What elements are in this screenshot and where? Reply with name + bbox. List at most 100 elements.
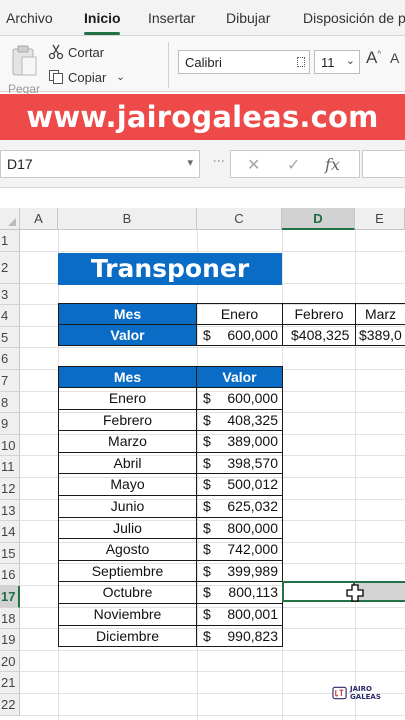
paste-button[interactable]: Pegar: [6, 42, 42, 96]
h-table-mes-2[interactable]: Febrero: [282, 303, 356, 325]
tab-dibujar[interactable]: Dibujar: [226, 10, 270, 26]
row-header-12[interactable]: 12: [0, 478, 20, 500]
grow-font-icon[interactable]: A^: [366, 48, 381, 68]
v-table-month-cell[interactable]: Agosto: [58, 538, 197, 561]
h-table-valor-1[interactable]: $ 600,000: [196, 324, 283, 346]
value-amount: 800,113: [228, 584, 278, 601]
row-header-15[interactable]: 15: [0, 542, 20, 565]
title-cell[interactable]: Transponer: [58, 253, 282, 285]
v-table-month-cell[interactable]: Noviembre: [58, 603, 197, 626]
scissors-icon: [48, 44, 64, 60]
gridline: [20, 714, 405, 716]
v-table-month-cell[interactable]: Abril: [58, 451, 197, 475]
dotted-box-icon: [297, 57, 305, 67]
enter-icon[interactable]: ✓: [287, 155, 300, 175]
tab-inicio[interactable]: Inicio: [84, 10, 121, 26]
h-table-mes-1[interactable]: Enero: [196, 303, 283, 325]
v-table-month-cell[interactable]: Marzo: [58, 430, 197, 453]
v-table-value-cell[interactable]: $600,000: [196, 387, 283, 410]
row-header-4[interactable]: 4: [0, 305, 20, 327]
tab-insertar[interactable]: Insertar: [148, 10, 195, 26]
v-table-value-cell[interactable]: $800,001: [196, 603, 283, 626]
name-box[interactable]: D17 ▾: [0, 150, 200, 178]
gridline: [20, 347, 405, 349]
row-header-9[interactable]: 9: [0, 413, 20, 435]
column-header-d[interactable]: D: [282, 208, 355, 230]
select-all-corner[interactable]: [0, 208, 20, 230]
currency-symbol: $: [203, 327, 211, 343]
row-header-14[interactable]: 14: [0, 521, 20, 543]
currency-symbol: $: [203, 541, 211, 558]
v-table-value-cell[interactable]: $800,113: [196, 581, 283, 604]
more-icon: ⋮: [212, 155, 226, 166]
column-header-b[interactable]: B: [58, 208, 197, 230]
chevron-down-icon[interactable]: ⌄: [116, 72, 124, 83]
selected-cell-d17[interactable]: [282, 581, 355, 602]
row-header-7[interactable]: 7: [0, 370, 20, 392]
v-table-value-cell[interactable]: $399,989: [196, 559, 283, 583]
row-header-20[interactable]: 20: [0, 650, 20, 673]
paste-icon: [12, 45, 37, 76]
v-table-value-cell[interactable]: $408,325: [196, 408, 283, 432]
row-header-3[interactable]: 3: [0, 283, 20, 306]
v-table-month-cell[interactable]: Enero: [58, 387, 197, 410]
cancel-icon[interactable]: ✕: [247, 155, 260, 175]
insert-function-icon[interactable]: fx: [325, 155, 340, 174]
value-amount: 800,001: [227, 606, 278, 622]
v-table-month-cell[interactable]: Febrero: [58, 408, 197, 432]
column-header-a[interactable]: A: [20, 208, 58, 230]
font-size-dropdown[interactable]: 11 ⌄: [314, 50, 360, 74]
tab-disposicion[interactable]: Disposición de p: [303, 10, 405, 26]
v-table-month-cell[interactable]: Julio: [58, 516, 197, 540]
v-table-value-cell[interactable]: $389,000: [196, 430, 283, 453]
cut-button[interactable]: Cortar: [48, 44, 104, 60]
ribbon-toolbar: Pegar Cortar Copiar ⌄ Calibri 11 ⌄ A^ A: [0, 36, 405, 96]
h-table-valor-2[interactable]: $408,325: [282, 324, 356, 346]
v-table-header-mes[interactable]: Mes: [58, 366, 197, 388]
column-header-c[interactable]: C: [197, 208, 282, 230]
v-table-value-cell[interactable]: $625,032: [196, 495, 283, 518]
row-header-19[interactable]: 19: [0, 629, 20, 651]
row-header-8[interactable]: 8: [0, 391, 20, 414]
v-table-value-cell[interactable]: $990,823: [196, 624, 283, 648]
v-table-month-cell[interactable]: Mayo: [58, 473, 197, 496]
shrink-font-icon[interactable]: A: [390, 50, 399, 66]
v-table-header-valor[interactable]: Valor: [196, 366, 283, 388]
column-header-e[interactable]: E: [355, 208, 405, 230]
h-table-valor-3[interactable]: $389,0: [355, 324, 405, 346]
currency-symbol: $: [203, 433, 211, 450]
v-table-value-cell[interactable]: $742,000: [196, 538, 283, 561]
row-header-18[interactable]: 18: [0, 607, 20, 630]
h-table-mes-3[interactable]: Marz: [355, 303, 405, 325]
row-header-13[interactable]: 13: [0, 499, 20, 522]
row-header-22[interactable]: 22: [0, 694, 20, 716]
value-amount: 500,012: [227, 476, 278, 493]
v-table-value-cell[interactable]: $398,570: [196, 451, 283, 475]
h-table-valor-label[interactable]: Valor: [58, 324, 197, 346]
tab-archivo[interactable]: Archivo: [6, 10, 53, 26]
row-header-2[interactable]: 2: [0, 251, 20, 284]
row-header-16[interactable]: 16: [0, 564, 20, 586]
row-header-10[interactable]: 10: [0, 434, 20, 457]
v-table-month-cell[interactable]: Octubre: [58, 581, 197, 604]
gridline: [20, 250, 405, 252]
copy-button[interactable]: Copiar ⌄: [48, 69, 125, 85]
row-header-6[interactable]: 6: [0, 348, 20, 370]
row-header-11[interactable]: 11: [0, 456, 20, 478]
v-table-month-cell[interactable]: Diciembre: [58, 624, 197, 648]
formula-input[interactable]: [362, 150, 405, 178]
v-table-value-cell[interactable]: $800,000: [196, 516, 283, 540]
row-header-5[interactable]: 5: [0, 326, 20, 349]
value-amount: 600,000: [227, 327, 278, 343]
font-name-dropdown[interactable]: Calibri: [178, 50, 310, 74]
v-table-month-cell[interactable]: Junio: [58, 495, 197, 518]
v-table-month-cell[interactable]: Septiembre: [58, 559, 197, 583]
h-table-mes-label[interactable]: Mes: [58, 303, 197, 325]
v-table-value-cell[interactable]: $500,012: [196, 473, 283, 496]
formula-bar: D17 ▾ ⋮ ✕ ✓ fx: [0, 140, 405, 188]
watermark-text: JAIRO GALEAS: [350, 685, 381, 701]
row-header-21[interactable]: 21: [0, 672, 20, 694]
gridline: [20, 649, 405, 651]
row-header-17[interactable]: 17: [0, 586, 20, 608]
row-header-1[interactable]: 1: [0, 230, 20, 252]
